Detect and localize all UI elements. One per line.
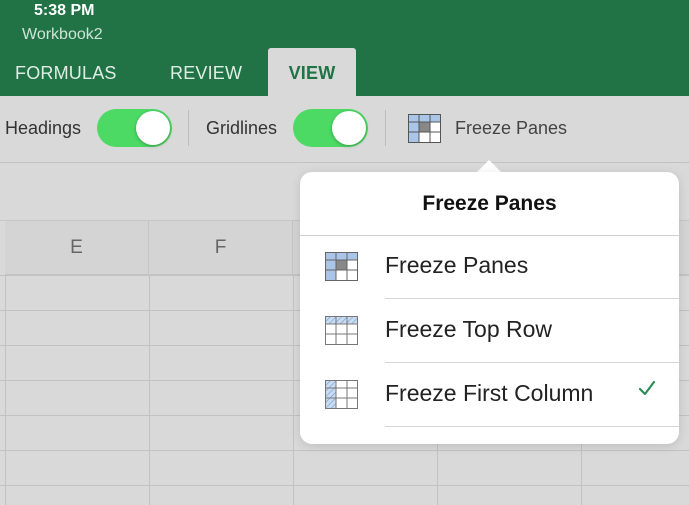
freeze-top-row-icon: [325, 316, 358, 345]
tab-review[interactable]: REVIEW: [170, 48, 242, 96]
tab-formulas[interactable]: FORMULAS: [15, 48, 117, 96]
app-header: 5:38 PM Workbook2 FORMULAS REVIEW VIEW: [0, 0, 689, 96]
workbook-title[interactable]: Workbook2: [22, 26, 103, 44]
divider: [385, 426, 679, 427]
menu-item-label: Freeze Top Row: [385, 316, 553, 342]
toggle-knob: [332, 111, 366, 145]
menu-item-freeze-first-column[interactable]: Freeze First Column: [300, 363, 679, 427]
freeze-panes-icon: [408, 114, 441, 143]
ribbon-view: Headings Gridlines Freeze Panes: [0, 96, 689, 163]
freeze-panes-label: Freeze Panes: [455, 118, 568, 138]
menu-item-label: Freeze Panes: [385, 252, 529, 278]
tab-view[interactable]: VIEW: [268, 48, 356, 96]
ribbon-divider: [385, 110, 386, 146]
column-header-e[interactable]: E: [5, 221, 149, 275]
freeze-panes-popover: Freeze Panes Freeze Panes Freeze Top Row…: [300, 172, 679, 444]
status-time: 5:38 PM: [34, 2, 95, 19]
freeze-first-column-icon: [325, 380, 358, 409]
freeze-panes-icon: [325, 252, 358, 281]
headings-label: Headings: [5, 118, 82, 138]
toggle-knob: [136, 111, 170, 145]
ribbon-divider: [188, 110, 189, 146]
menu-item-freeze-panes[interactable]: Freeze Panes: [300, 235, 679, 299]
gridlines-toggle[interactable]: [293, 109, 368, 147]
checkmark-icon: [638, 380, 656, 396]
gridlines-label: Gridlines: [206, 118, 278, 138]
popover-title: Freeze Panes: [300, 172, 679, 236]
menu-item-freeze-top-row[interactable]: Freeze Top Row: [300, 299, 679, 363]
headings-toggle[interactable]: [97, 109, 172, 147]
menu-item-label: Freeze First Column: [385, 380, 594, 406]
column-header-f[interactable]: F: [149, 221, 293, 275]
